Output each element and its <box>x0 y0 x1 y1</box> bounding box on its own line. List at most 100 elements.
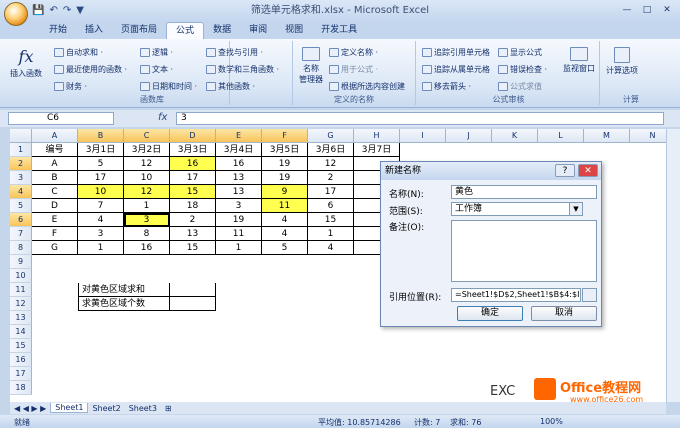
sheet-nav-buttons[interactable]: ◀ ◀ ▶ ▶ <box>10 404 50 413</box>
row-header-18[interactable]: 18 <box>10 381 32 395</box>
column-header-n[interactable]: N <box>630 129 666 143</box>
use-in-formula-button[interactable]: 用于公式 · <box>329 64 378 75</box>
insert-function-button[interactable]: fx 插入函数 <box>6 47 46 79</box>
logical-button[interactable]: 逻辑 · <box>140 47 173 58</box>
datetime-button[interactable]: 日期和时间 · <box>140 81 197 92</box>
cell-c2[interactable]: 12 <box>124 157 170 171</box>
dialog-close-button[interactable]: ✕ <box>578 164 598 177</box>
row-header-17[interactable]: 17 <box>10 367 32 381</box>
tab-data[interactable]: 数据 <box>204 22 240 39</box>
cell-g6[interactable]: 15 <box>308 213 354 227</box>
cell-e7[interactable]: 11 <box>216 227 262 241</box>
formula-input[interactable]: 3 <box>176 112 664 125</box>
more-functions-button[interactable]: 其他函数 · <box>206 81 255 92</box>
cell-e6[interactable]: 19 <box>216 213 262 227</box>
minimize-button[interactable]: — <box>618 3 636 17</box>
cell-g5[interactable]: 6 <box>308 199 354 213</box>
row-header-1[interactable]: 1 <box>10 143 32 157</box>
insert-function-icon[interactable]: fx <box>158 112 167 123</box>
row-header-10[interactable]: 10 <box>10 269 32 283</box>
row-header-9[interactable]: 9 <box>10 255 32 269</box>
reference-input[interactable]: =Sheet1!$D$2,Sheet1!$B$4:$I <box>451 288 581 302</box>
tab-page-layout[interactable]: 页面布局 <box>112 22 166 39</box>
define-name-button[interactable]: 定义名称 · <box>329 47 378 58</box>
cancel-button[interactable]: 取消 <box>531 306 597 321</box>
cell-e8[interactable]: 1 <box>216 241 262 255</box>
tab-home[interactable]: 开始 <box>40 22 76 39</box>
create-from-selection-button[interactable]: 根据所选内容创建 <box>329 81 405 92</box>
cell-g1[interactable]: 3月6日 <box>308 143 354 157</box>
trace-precedents-button[interactable]: 追踪引用单元格 <box>422 47 490 58</box>
row-header-7[interactable]: 7 <box>10 227 32 241</box>
cell-d11[interactable] <box>170 283 216 297</box>
comment-textarea[interactable] <box>451 220 597 282</box>
column-header-e[interactable]: E <box>216 129 262 143</box>
cell-b8[interactable]: 1 <box>78 241 124 255</box>
column-header-j[interactable]: J <box>446 129 492 143</box>
cell-c1[interactable]: 3月2日 <box>124 143 170 157</box>
cell-e5[interactable]: 3 <box>216 199 262 213</box>
column-header-a[interactable]: A <box>32 129 78 143</box>
column-header-h[interactable]: H <box>354 129 400 143</box>
zoom-level[interactable]: 100% <box>540 417 563 426</box>
cell-f2[interactable]: 19 <box>262 157 308 171</box>
cell-c3[interactable]: 10 <box>124 171 170 185</box>
row-header-6[interactable]: 6 <box>10 213 32 227</box>
close-button[interactable]: ✕ <box>658 3 676 17</box>
cell-f1[interactable]: 3月5日 <box>262 143 308 157</box>
cell-d12[interactable] <box>170 297 216 311</box>
column-header-c[interactable]: C <box>124 129 170 143</box>
cell-e1[interactable]: 3月4日 <box>216 143 262 157</box>
calculation-options-button[interactable]: 计算选项 <box>604 47 640 76</box>
cell-e2[interactable]: 16 <box>216 157 262 171</box>
sheet-tab-sheet3[interactable]: Sheet3 <box>125 404 161 413</box>
remove-arrows-button[interactable]: 移去箭头 · <box>422 81 471 92</box>
cell-d8[interactable]: 15 <box>170 241 216 255</box>
scope-select[interactable]: 工作簿 <box>451 202 581 216</box>
cell-b6[interactable]: 4 <box>78 213 124 227</box>
row-header-12[interactable]: 12 <box>10 297 32 311</box>
column-header-k[interactable]: K <box>492 129 538 143</box>
row-header-16[interactable]: 16 <box>10 353 32 367</box>
cell-d5[interactable]: 18 <box>170 199 216 213</box>
collapse-dialog-icon[interactable] <box>582 288 597 302</box>
tab-formulas[interactable]: 公式 <box>166 22 205 39</box>
tab-review[interactable]: 审阅 <box>240 22 276 39</box>
cell-f7[interactable]: 4 <box>262 227 308 241</box>
cell-b12[interactable]: 求黄色区域个数 <box>78 297 170 311</box>
column-header-m[interactable]: M <box>584 129 630 143</box>
tab-insert[interactable]: 插入 <box>76 22 112 39</box>
cell-f3[interactable]: 19 <box>262 171 308 185</box>
cell-c6[interactable]: 3 <box>124 213 170 227</box>
cell-g4[interactable]: 17 <box>308 185 354 199</box>
insert-sheet-icon[interactable]: ⊞ <box>161 404 176 413</box>
chevron-down-icon[interactable]: ▼ <box>569 202 583 216</box>
select-all-corner[interactable] <box>10 129 32 143</box>
watch-window-button[interactable]: 监视窗口 <box>560 47 598 74</box>
cell-h1[interactable]: 3月7日 <box>354 143 400 157</box>
sheet-tab-sheet2[interactable]: Sheet2 <box>88 404 124 413</box>
vertical-scrollbar[interactable] <box>666 129 680 402</box>
cell-a7[interactable]: F <box>32 227 78 241</box>
help-button[interactable]: ? <box>555 164 575 177</box>
cell-f6[interactable]: 4 <box>262 213 308 227</box>
cell-c4[interactable]: 12 <box>124 185 170 199</box>
cell-d6[interactable]: 2 <box>170 213 216 227</box>
cell-e4[interactable]: 13 <box>216 185 262 199</box>
maximize-button[interactable]: □ <box>638 3 656 17</box>
cell-b1[interactable]: 3月1日 <box>78 143 124 157</box>
row-header-13[interactable]: 13 <box>10 311 32 325</box>
cell-a1[interactable]: 编号 <box>32 143 78 157</box>
row-header-2[interactable]: 2 <box>10 157 32 171</box>
column-header-g[interactable]: G <box>308 129 354 143</box>
name-box[interactable]: C6 <box>8 112 114 125</box>
evaluate-formula-button[interactable]: 公式求值 <box>498 81 542 92</box>
row-header-8[interactable]: 8 <box>10 241 32 255</box>
row-header-4[interactable]: 4 <box>10 185 32 199</box>
cell-c7[interactable]: 8 <box>124 227 170 241</box>
text-button[interactable]: 文本 · <box>140 64 173 75</box>
cell-f4[interactable]: 9 <box>262 185 308 199</box>
column-header-b[interactable]: B <box>78 129 124 143</box>
cell-a5[interactable]: D <box>32 199 78 213</box>
cell-d4[interactable]: 15 <box>170 185 216 199</box>
